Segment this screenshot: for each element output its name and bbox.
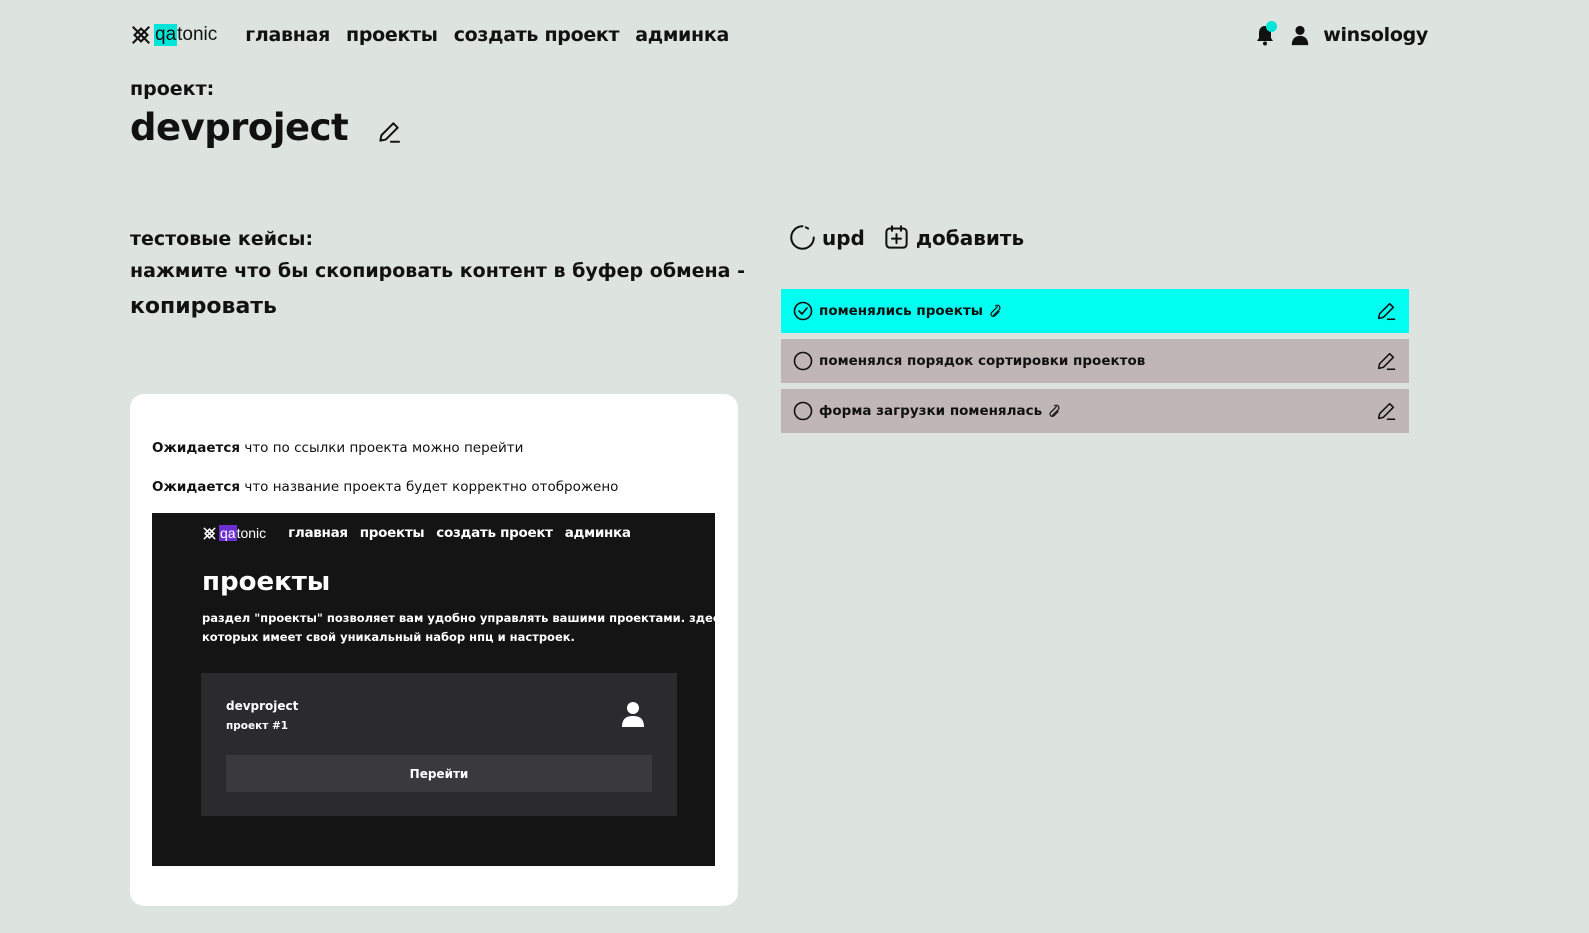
logo-icon — [203, 526, 216, 540]
case-title: поменялся порядок сортировки проектов — [819, 353, 1146, 369]
list-item[interactable]: форма загрузки поменялась — [781, 389, 1409, 433]
nav-admin[interactable]: админка — [635, 24, 729, 46]
pencil-icon[interactable] — [1375, 400, 1397, 422]
update-label: upd — [822, 225, 865, 250]
expectation-line: Ожидается что по ссылки проекта можно пе… — [152, 440, 523, 456]
copy-hint: нажмите что бы скопировать контент в буф… — [130, 260, 745, 282]
case-title: форма загрузки поменялась — [819, 403, 1043, 419]
notifications-button[interactable] — [1253, 21, 1278, 47]
testcase-content-card: Ожидается что по ссылки проекта можно пе… — [130, 394, 738, 906]
screenshot-nav-item: создать проект — [436, 525, 553, 541]
screenshot-nav-item: главная — [288, 525, 348, 541]
refresh-icon — [790, 225, 815, 250]
circle-icon[interactable] — [793, 351, 813, 371]
screenshot-desc-line: которых имеет свой уникальный набор нпц … — [202, 630, 575, 644]
expectation-line: Ожидается что название проекта будет кор… — [152, 479, 618, 495]
circle-icon[interactable] — [793, 401, 813, 421]
user-icon[interactable] — [1289, 24, 1311, 46]
add-calendar-icon — [885, 225, 908, 249]
add-case-button[interactable]: добавить — [883, 224, 1024, 251]
expectation-bold: Ожидается — [152, 440, 241, 456]
screenshot-nav-item: проекты — [359, 525, 425, 541]
screenshot-nav-item: админка — [564, 525, 631, 541]
nav-projects[interactable]: проекты — [346, 24, 438, 46]
project-label: проект: — [130, 78, 215, 100]
screenshot-logo: qa tonic — [202, 525, 266, 541]
username[interactable]: winsology — [1323, 24, 1428, 46]
screenshot-project-card: devproject проект #1 Перейти — [201, 673, 677, 816]
screenshot-go-button: Перейти — [226, 755, 652, 792]
paperclip-icon — [1049, 404, 1060, 417]
screenshot-header: qa tonic главная проекты создать проект а… — [202, 523, 631, 543]
expectation-text: что по ссылки проекта можно перейти — [240, 440, 524, 456]
top-header: qa tonic главная проекты создать проект а… — [130, 18, 1428, 52]
check-circle-icon[interactable] — [793, 301, 813, 321]
testcase-list: поменялись проекты поменялся порядок сор… — [781, 289, 1409, 439]
testcases-label: тестовые кейсы: — [130, 228, 314, 250]
user-icon — [622, 702, 644, 727]
page-title: devproject — [130, 106, 349, 149]
list-item[interactable]: поменялся порядок сортировки проектов — [781, 339, 1409, 383]
header-right: winsology — [1253, 21, 1428, 47]
screenshot-title: проекты — [202, 567, 331, 597]
pencil-icon[interactable] — [1375, 350, 1397, 372]
nav-home[interactable]: главная — [245, 24, 330, 46]
attached-screenshot: qa tonic главная проекты создать проект а… — [152, 513, 715, 866]
case-actions: upd добавить — [789, 224, 1024, 251]
screenshot-desc-line: раздел "проекты" позволяет вам удобно уп… — [202, 611, 715, 625]
main-nav: главная проекты создать проект админка — [245, 24, 729, 46]
logo[interactable]: qa tonic — [130, 20, 217, 50]
screenshot-logo-suffix: tonic — [236, 525, 267, 541]
screenshot-nav: главная проекты создать проект админка — [288, 525, 631, 541]
logo-icon — [132, 26, 150, 44]
paperclip-icon — [990, 304, 1001, 317]
case-title: поменялись проекты — [819, 303, 983, 319]
project-title-row: devproject — [130, 106, 402, 149]
logo-prefix: qa — [154, 24, 178, 46]
expectation-text: что название проекта будет корректно ото… — [240, 479, 619, 495]
add-label: добавить — [915, 225, 1025, 250]
screenshot-description: раздел "проекты" позволяет вам удобно уп… — [202, 609, 715, 647]
screenshot-project-name: devproject — [226, 699, 299, 713]
logo-suffix: tonic — [177, 24, 218, 45]
nav-create-project[interactable]: создать проект — [454, 24, 620, 46]
edit-icon[interactable] — [376, 119, 402, 145]
screenshot-logo-prefix: qa — [219, 525, 237, 541]
update-button[interactable]: upd — [789, 224, 865, 251]
screenshot-project-number: проект #1 — [226, 720, 289, 732]
expectation-bold: Ожидается — [152, 479, 241, 495]
pencil-icon[interactable] — [1375, 300, 1397, 322]
copy-button[interactable]: копировать — [130, 294, 277, 319]
list-item[interactable]: поменялись проекты — [781, 289, 1409, 333]
